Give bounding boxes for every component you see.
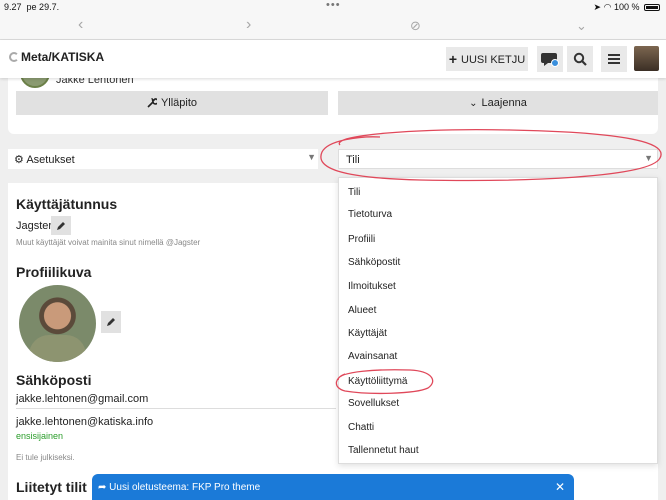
username-hint: Muut käyttäjät voivat mainita sinut nime… [16,238,201,247]
expand-label: Laajenna [481,97,527,109]
battery-percent: 100 % [613,2,640,12]
hamburger-icon [608,54,620,64]
caret-down-icon: ▼ [644,153,653,163]
menu-item-ilmoitukset[interactable]: Ilmoitukset [348,281,396,292]
location-icon: ➤ [593,2,602,12]
profile-picture [19,285,96,362]
new-topic-button[interactable]: + UUSI KETJU [446,47,528,71]
forward-icon[interactable]: › [246,16,251,34]
admin-label: Ylläpito [160,97,198,109]
gear-icon: ⚙ [14,154,24,166]
admin-button[interactable]: Ylläpito [16,91,328,115]
menu-item-kayttoliittyma[interactable]: Käyttöliittymä [348,376,407,387]
edit-username-button[interactable] [51,216,71,235]
menu-item-kayttajat[interactable]: Käyttäjät [348,328,387,339]
search-button[interactable] [567,46,593,72]
category-select-value: Tili [346,154,360,166]
menu-item-sovellukset[interactable]: Sovellukset [348,398,399,409]
wifi-icon: ◠ [603,2,612,12]
email-divider [16,408,336,409]
double-chevron-down-icon: ⌄ [469,97,478,109]
category-dropdown: Tili Tietoturva Profiili Sähköpostit Ilm… [338,177,658,464]
close-icon[interactable]: ✕ [555,480,565,494]
chat-icon [541,53,559,67]
pencil-icon [107,318,115,326]
notification-toast[interactable]: ➦ Uusi oletusteema: FKP Pro theme ✕ [92,474,574,500]
plus-icon: + [448,51,457,67]
share-icon: ➦ [98,482,107,493]
site-logo[interactable]: Meta/KATISKA [9,50,104,64]
menu-item-tietoturva[interactable]: Tietoturva [348,209,392,220]
status-date: pe 29.7. [26,2,60,12]
browser-toolbar: ‹ › ⊘ ⌄ [0,14,666,40]
menu-button[interactable] [601,46,627,72]
menu-item-sahkopostit[interactable]: Sähköpostit [348,257,400,268]
toast-message: Uusi oletusteema: FKP Pro theme [109,482,261,493]
logo-icon [9,52,19,62]
menu-item-profiili[interactable]: Profiili [348,234,375,245]
email-hint: Ei tule julkiseksi. [16,453,75,462]
status-time: 9.27 [4,2,22,12]
battery-icon [644,4,660,12]
link-icon[interactable]: ⊘ [410,18,421,34]
profile-picture-heading: Profiilikuva [16,264,92,280]
status-bar: 9.27 pe 29.7. ••• ➤ ◠ 100 % [0,0,666,14]
site-title: Meta/KATISKA [21,50,105,64]
email-secondary[interactable]: jakke.lehtonen@gmail.com [16,393,148,405]
username-value: Jagster [16,220,53,232]
settings-select-value: Asetukset [26,154,75,166]
menu-item-tili[interactable]: Tili [348,187,360,198]
back-icon[interactable]: ‹ [78,16,83,34]
primary-badge: ensisijainen [16,431,64,441]
wrench-icon [147,98,157,108]
caret-down-icon: ▼ [307,152,316,162]
chat-button[interactable] [537,46,563,72]
pencil-icon [57,221,65,230]
expand-button[interactable]: ⌄ Laajenna [338,91,658,115]
settings-select[interactable]: ⚙ Asetukset ▼ [8,149,318,169]
current-user-avatar[interactable] [634,46,659,71]
menu-item-alueet[interactable]: Alueet [348,305,376,316]
menu-item-avainsanat[interactable]: Avainsanat [348,351,397,362]
site-header: Meta/KATISKA + UUSI KETJU [0,40,666,78]
multitask-dots-icon[interactable]: ••• [326,0,341,11]
new-topic-label: UUSI KETJU [461,54,526,66]
edit-picture-button[interactable] [101,311,121,333]
email-primary[interactable]: jakke.lehtonen@katiska.info [16,416,153,428]
category-select[interactable]: Tili ▼ [338,149,658,169]
chevron-down-icon[interactable]: ⌄ [576,18,587,34]
menu-item-chatti[interactable]: Chatti [348,422,374,433]
username-heading: Käyttäjätunnus [16,196,118,212]
search-icon [573,52,587,66]
email-heading: Sähköposti [16,372,92,388]
menu-item-tallennetut-haut[interactable]: Tallennetut haut [348,445,419,456]
linked-accounts-heading: Liitetyt tilit [16,479,87,495]
